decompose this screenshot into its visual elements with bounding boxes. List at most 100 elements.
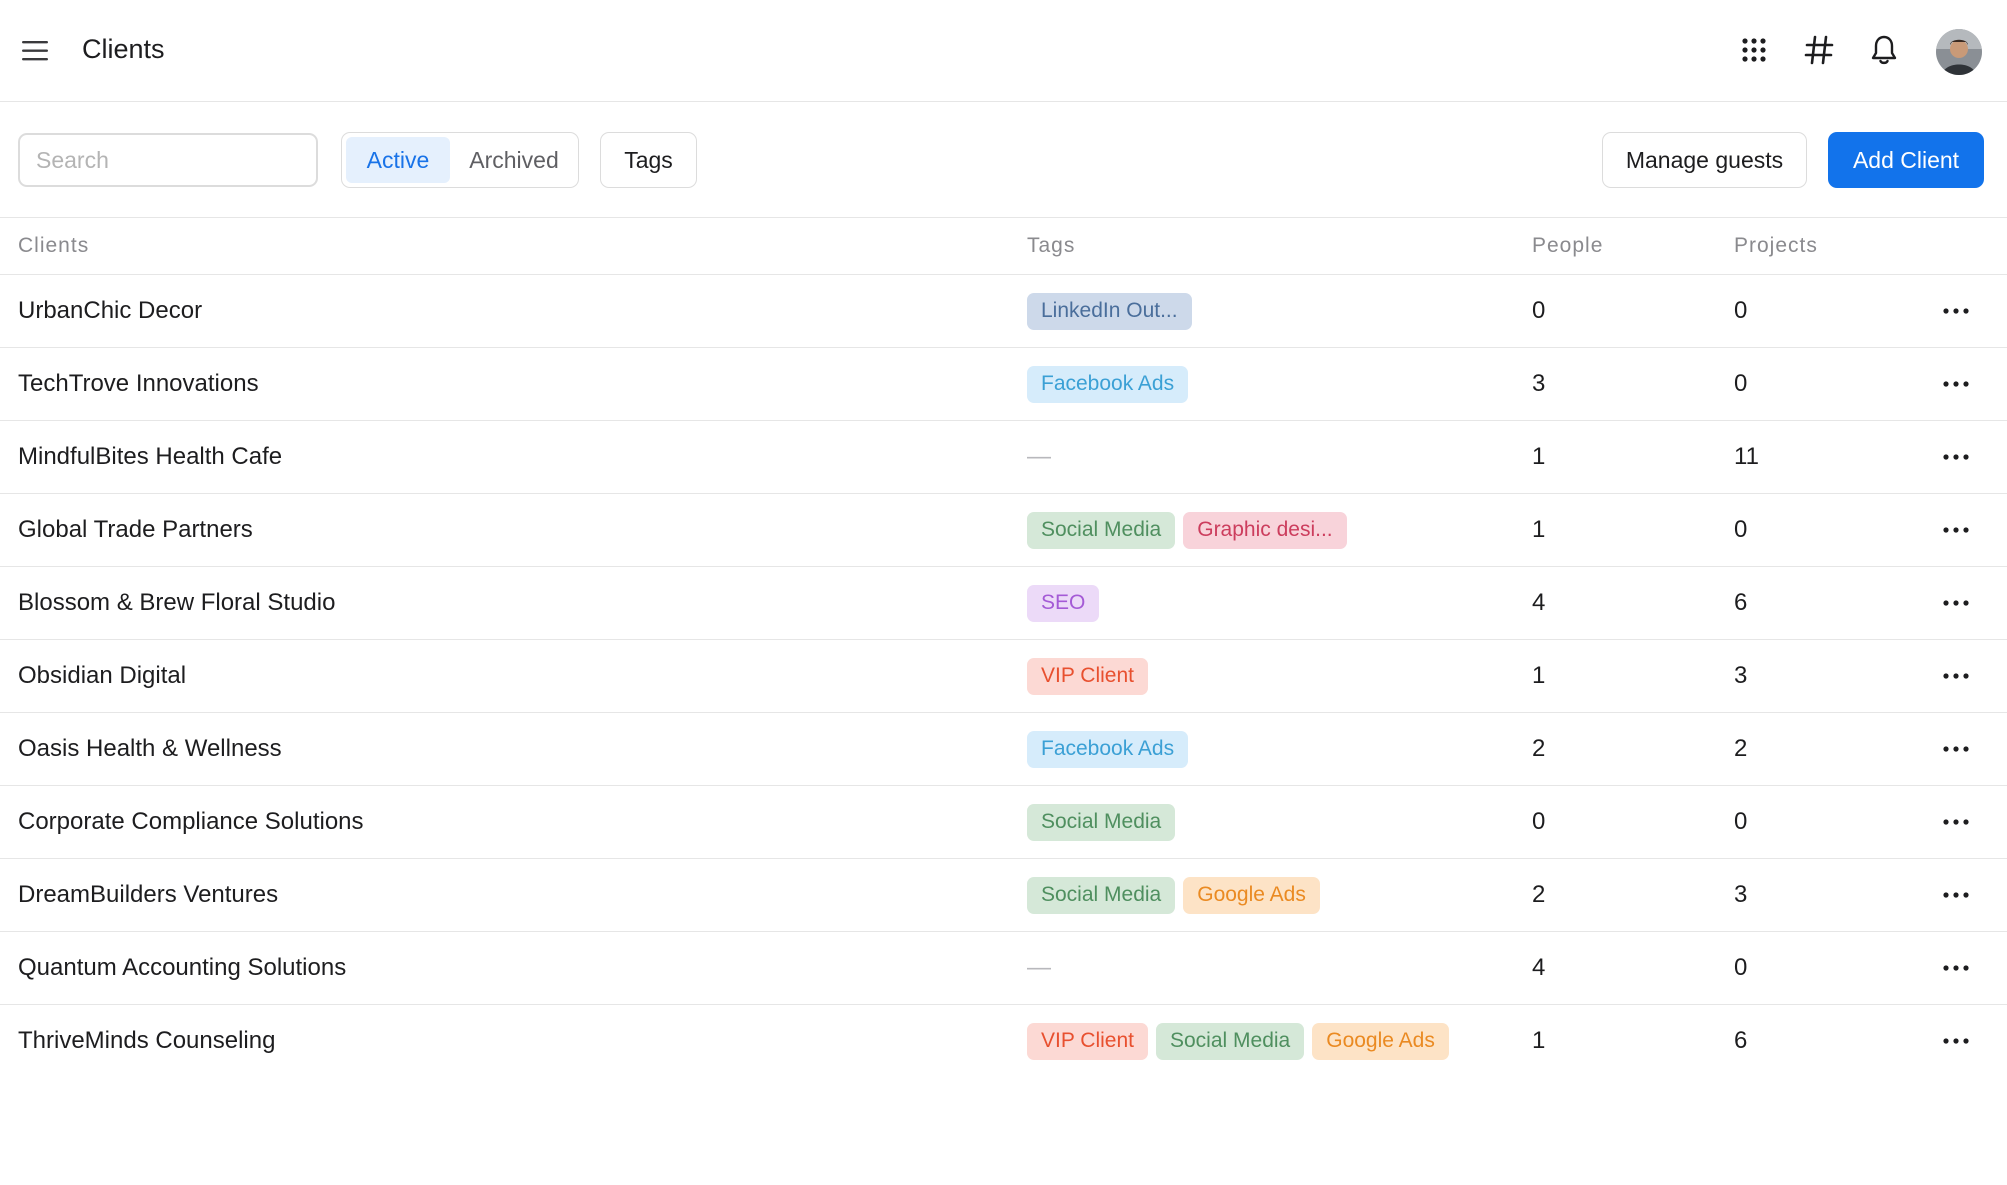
client-tags: LinkedIn Out... — [1027, 275, 1192, 347]
client-name[interactable]: Global Trade Partners — [18, 494, 253, 566]
client-tags: VIP Client Social Media Google Ads — [1027, 1005, 1449, 1077]
toolbar: Active Archived Tags Manage guests Add C… — [0, 102, 2007, 218]
client-name[interactable]: Blossom & Brew Floral Studio — [18, 567, 335, 639]
projects-count: 0 — [1734, 954, 1748, 981]
projects-count: 6 — [1734, 1027, 1748, 1054]
projects-count: 0 — [1734, 297, 1748, 324]
more-options-icon[interactable] — [1936, 494, 1976, 566]
table-row[interactable]: TechTrove Innovations Facebook Ads 3 0 — [0, 348, 2007, 421]
people-count: 1 — [1532, 1027, 1546, 1054]
table-row[interactable]: ThriveMinds Counseling VIP Client Social M… — [0, 1005, 2007, 1078]
more-options-icon[interactable] — [1936, 275, 1976, 347]
client-name[interactable]: Corporate Compliance Solutions — [18, 786, 364, 858]
avatar[interactable] — [1936, 29, 1982, 75]
more-options-icon[interactable] — [1936, 640, 1976, 712]
more-options-icon[interactable] — [1936, 932, 1976, 1004]
bell-icon[interactable] — [1866, 32, 1902, 68]
client-tags: VIP Client — [1027, 640, 1148, 712]
status-segmented-control: Active Archived — [341, 132, 579, 188]
client-tags: — — [1027, 421, 1051, 493]
column-header-people[interactable]: People — [1532, 234, 1603, 258]
search-input[interactable] — [18, 133, 318, 187]
people-count: 1 — [1532, 516, 1546, 543]
more-options-icon[interactable] — [1936, 1005, 1976, 1077]
client-name[interactable]: Oasis Health & Wellness — [18, 713, 282, 785]
client-name[interactable]: ThriveMinds Counseling — [18, 1005, 275, 1077]
projects-count: 0 — [1734, 370, 1748, 397]
tag-badge[interactable]: Social Media — [1027, 511, 1176, 549]
segment-archived[interactable]: Archived — [454, 137, 574, 183]
tag-badge[interactable]: VIP Client — [1027, 657, 1148, 695]
client-tags: Facebook Ads — [1027, 713, 1189, 785]
people-count: 0 — [1532, 808, 1546, 835]
top-bar: Clients — [0, 0, 2007, 102]
more-options-icon[interactable] — [1936, 713, 1976, 785]
table-header: Clients Tags People Projects — [0, 218, 2007, 275]
empty-tags-dash: — — [1027, 954, 1051, 981]
empty-tags-dash: — — [1027, 443, 1051, 470]
projects-count: 2 — [1734, 735, 1748, 762]
more-options-icon[interactable] — [1936, 786, 1976, 858]
tag-badge[interactable]: VIP Client — [1027, 1022, 1148, 1060]
projects-count: 6 — [1734, 589, 1748, 616]
table-row[interactable]: UrbanChic Decor LinkedIn Out... 0 0 — [0, 275, 2007, 348]
table-row[interactable]: Global Trade Partners Social Media Graphic… — [0, 494, 2007, 567]
client-tags: Facebook Ads — [1027, 348, 1189, 420]
hashtag-icon[interactable] — [1801, 32, 1837, 68]
apps-grid-icon[interactable] — [1736, 32, 1772, 68]
people-count: 4 — [1532, 954, 1546, 981]
client-tags: — — [1027, 932, 1051, 1004]
table-row[interactable]: Obsidian Digital VIP Client 1 3 — [0, 640, 2007, 713]
client-name[interactable]: DreamBuilders Ventures — [18, 859, 278, 931]
table-row[interactable]: DreamBuilders Ventures Social Media Google… — [0, 859, 2007, 932]
projects-count: 11 — [1734, 443, 1759, 470]
client-tags: Social Media Graphic desi... — [1027, 494, 1347, 566]
page-title: Clients — [82, 34, 165, 64]
tag-badge[interactable]: Facebook Ads — [1027, 365, 1189, 403]
tag-badge[interactable]: Social Media — [1156, 1022, 1305, 1060]
menu-icon[interactable] — [22, 40, 50, 62]
projects-count: 3 — [1734, 881, 1748, 908]
projects-count: 0 — [1734, 808, 1748, 835]
tag-badge[interactable]: Google Ads — [1183, 876, 1320, 914]
table-row[interactable]: Quantum Accounting Solutions — 4 0 — [0, 932, 2007, 1005]
tag-badge[interactable]: Social Media — [1027, 876, 1176, 914]
people-count: 1 — [1532, 443, 1546, 470]
client-tags: Social Media Google Ads — [1027, 859, 1320, 931]
people-count: 1 — [1532, 662, 1546, 689]
projects-count: 3 — [1734, 662, 1748, 689]
client-name[interactable]: UrbanChic Decor — [18, 275, 202, 347]
manage-guests-button[interactable]: Manage guests — [1602, 132, 1807, 188]
column-header-projects[interactable]: Projects — [1734, 234, 1818, 258]
tag-badge[interactable]: Graphic desi... — [1183, 511, 1347, 549]
client-name[interactable]: MindfulBites Health Cafe — [18, 421, 282, 493]
table-row[interactable]: Corporate Compliance Solutions Social Med… — [0, 786, 2007, 859]
clients-table-body: UrbanChic Decor LinkedIn Out... 0 0 TechTrov… — [0, 275, 2007, 1078]
tags-filter-button[interactable]: Tags — [600, 132, 697, 188]
tag-badge[interactable]: Facebook Ads — [1027, 730, 1189, 768]
client-tags: Social Media — [1027, 786, 1176, 858]
more-options-icon[interactable] — [1936, 348, 1976, 420]
client-name[interactable]: TechTrove Innovations — [18, 348, 259, 420]
table-row[interactable]: Oasis Health & Wellness Facebook Ads 2 2 — [0, 713, 2007, 786]
people-count: 2 — [1532, 735, 1546, 762]
tag-badge[interactable]: SEO — [1027, 584, 1100, 622]
client-tags: SEO — [1027, 567, 1100, 639]
table-row[interactable]: MindfulBites Health Cafe —1 11 — [0, 421, 2007, 494]
tag-badge[interactable]: Google Ads — [1312, 1022, 1449, 1060]
tag-badge[interactable]: LinkedIn Out... — [1027, 292, 1192, 330]
client-name[interactable]: Quantum Accounting Solutions — [18, 932, 346, 1004]
people-count: 4 — [1532, 589, 1546, 616]
people-count: 2 — [1532, 881, 1546, 908]
projects-count: 0 — [1734, 516, 1748, 543]
more-options-icon[interactable] — [1936, 567, 1976, 639]
table-row[interactable]: Blossom & Brew Floral Studio SEO 4 6 — [0, 567, 2007, 640]
client-name[interactable]: Obsidian Digital — [18, 640, 186, 712]
more-options-icon[interactable] — [1936, 859, 1976, 931]
column-header-clients[interactable]: Clients — [18, 234, 89, 258]
add-client-button[interactable]: Add Client — [1828, 132, 1984, 188]
segment-active[interactable]: Active — [346, 137, 450, 183]
tag-badge[interactable]: Social Media — [1027, 803, 1176, 841]
more-options-icon[interactable] — [1936, 421, 1976, 493]
column-header-tags[interactable]: Tags — [1027, 234, 1075, 258]
